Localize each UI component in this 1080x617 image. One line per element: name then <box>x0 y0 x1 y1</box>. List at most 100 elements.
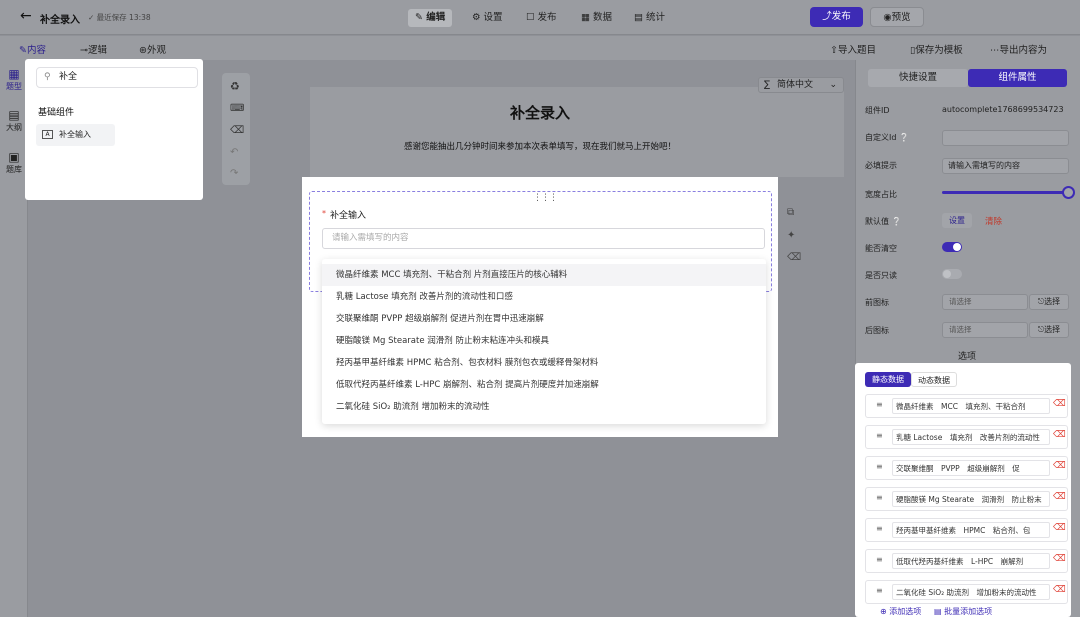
option-row: ≡ 乳糖 Lactose 填充剂 改善片剂的流动性 ⌫ <box>865 425 1068 449</box>
add-option-label: 添加选项 <box>889 607 922 616</box>
publish-button[interactable]: ⤴发布 <box>810 7 863 27</box>
option-input[interactable]: 羟丙基甲基纤维素 HPMC 粘合剂、包 <box>892 522 1050 538</box>
suffix-select-button[interactable]: ⎋选择 <box>1029 322 1069 338</box>
prefix-select-button[interactable]: ⎋选择 <box>1029 294 1069 310</box>
suffix-icon-input[interactable]: 请选择 <box>942 322 1028 338</box>
back-arrow-icon[interactable]: ← <box>20 8 32 24</box>
suggestion-item[interactable]: 硬脂酸镁 Mg Stearate 润滑剂 防止粉末粘连冲头和模具 <box>322 330 766 352</box>
option-input[interactable]: 乳糖 Lactose 填充剂 改善片剂的流动性 <box>892 429 1050 445</box>
tab-label: 设置 <box>483 12 503 23</box>
suggestion-item[interactable]: 羟丙基甲基纤维素 HPMC 粘合剂、包衣材料 膜剂包衣或缓释骨架材料 <box>322 352 766 374</box>
copy-icon[interactable]: ⧉ <box>787 207 794 218</box>
option-code: L-HPC <box>971 557 994 566</box>
recycle-icon[interactable]: ♻ <box>230 80 240 93</box>
field-label: 补全输入 <box>330 211 367 221</box>
options-title: 选项 <box>958 352 977 362</box>
save-status: ✓ 最近保存 13:38 <box>88 12 151 23</box>
drag-handle-icon[interactable]: ≡ <box>876 493 883 502</box>
tab-label: 数据 <box>593 12 613 23</box>
hint-input[interactable]: 请输入需填写的内容 <box>942 158 1069 174</box>
import-button[interactable]: ⇧导入题目 <box>830 42 876 56</box>
drag-handle-icon[interactable]: ≡ <box>876 524 883 533</box>
trash-icon[interactable]: ⌫ <box>230 125 244 136</box>
drag-handle-icon[interactable]: ≡ <box>876 555 883 564</box>
default-set-button[interactable]: 设置 <box>942 213 972 228</box>
eye-icon: ◉ <box>883 12 892 23</box>
select-label: 选择 <box>1044 325 1061 334</box>
width-slider-track[interactable] <box>942 191 1067 194</box>
preview-button[interactable]: ◉预览 <box>870 7 924 27</box>
add-option-button[interactable]: ⊕ 添加选项 <box>880 606 921 617</box>
tab-dynamic-data[interactable]: 动态数据 <box>911 372 957 387</box>
suggestion-item[interactable]: 低取代羟丙基纤维素 L-HPC 崩解剂、粘合剂 提高片剂硬度并加速崩解 <box>322 374 766 396</box>
delete-icon[interactable]: ⌫ <box>1053 461 1066 471</box>
rail-item-types[interactable]: ▦ 题型 <box>0 67 28 92</box>
option-code: MCC <box>941 402 958 411</box>
option-input[interactable]: 硬脂酸镁 Mg Stearate 润滑剂 防止粉末 <box>892 491 1050 507</box>
drag-handle-icon[interactable]: ≡ <box>876 586 883 595</box>
option-input[interactable]: 微晶纤维素 MCC 填充剂、干粘合剂 <box>892 398 1050 414</box>
batch-add-button[interactable]: ▤ 批量添加选项 <box>934 606 992 617</box>
tag-icon[interactable]: ✦ <box>787 230 795 241</box>
option-code: HPMC <box>963 526 986 535</box>
delete-icon[interactable]: ⌫ <box>1053 399 1066 409</box>
component-item-autocomplete[interactable]: A 补全输入 <box>36 124 115 146</box>
rail-item-outline[interactable]: ▤ 大纲 <box>0 108 28 133</box>
drag-handle-icon[interactable]: ≡ <box>876 400 883 409</box>
option-input[interactable]: 交联聚维酮 PVPP 超级崩解剂 促 <box>892 460 1050 476</box>
search-value: 补全 <box>59 72 78 82</box>
autocomplete-input[interactable]: 请输入需填写的内容 <box>322 228 765 249</box>
component-search-input[interactable]: ⚲ 补全 <box>36 67 198 88</box>
delete-icon[interactable]: ⌫ <box>1053 585 1066 595</box>
drag-handle-icon[interactable]: ≡ <box>876 462 883 471</box>
trash-icon[interactable]: ⌫ <box>787 252 801 263</box>
subtab-logic[interactable]: ⊸逻辑 <box>80 42 107 56</box>
tab-quick-settings[interactable]: 快捷设置 <box>868 69 968 87</box>
keyboard-icon[interactable]: ⌨ <box>230 103 244 114</box>
option-input[interactable]: 低取代羟丙基纤维素 L-HPC 崩解剂 <box>892 553 1050 569</box>
suggestion-item[interactable]: 二氧化硅 SiO₂ 助流剂 增加粉末的流动性 <box>322 396 766 418</box>
prefix-icon-input[interactable]: 请选择 <box>942 294 1028 310</box>
rail-item-bank[interactable]: ▣ 题库 <box>0 150 28 175</box>
subtab-label: 外观 <box>146 45 166 56</box>
gear-icon: ⚙ <box>472 12 484 23</box>
check-icon: ✓ <box>88 13 97 22</box>
drag-handle-icon[interactable]: ≡ <box>876 431 883 440</box>
option-name: 交联聚维酮 <box>896 464 934 473</box>
prop-label-text: 默认值 <box>865 217 889 226</box>
delete-icon[interactable]: ⌫ <box>1053 523 1066 533</box>
component-label: 补全输入 <box>59 130 91 139</box>
tab-settings[interactable]: ⚙ 设置 <box>465 9 510 27</box>
custom-id-input[interactable] <box>942 130 1069 146</box>
suggestion-item[interactable]: 微晶纤维素 MCC 填充剂、干粘合剂 片剂直接压片的核心辅料 <box>322 264 766 286</box>
option-input[interactable]: 二氧化硅 SiO₂ 助流剂 增加粉末的流动性 <box>892 584 1050 600</box>
suggestion-item[interactable]: 乳糖 Lactose 填充剂 改善片剂的流动性和口感 <box>322 286 766 308</box>
delete-icon[interactable]: ⌫ <box>1053 430 1066 440</box>
subtab-appearance[interactable]: ⊛外观 <box>139 42 166 56</box>
subtab-content[interactable]: ✎内容 <box>19 42 46 56</box>
default-clear-button[interactable]: 清除 <box>985 215 1002 227</box>
delete-icon[interactable]: ⌫ <box>1053 492 1066 502</box>
save-template-button[interactable]: ▯保存为模板 <box>910 42 963 56</box>
edit-icon: ✎ <box>19 45 27 56</box>
export-label: 导出内容为 <box>999 45 1048 56</box>
toggle-knob <box>953 243 961 251</box>
suggestion-item[interactable]: 交联聚维酮 PVPP 超级崩解剂 促进片剂在胃中迅速崩解 <box>322 308 766 330</box>
width-slider-thumb[interactable] <box>1062 186 1075 199</box>
redo-icon[interactable]: ↷ <box>230 168 238 179</box>
drag-handle-icon[interactable]: ⋮⋮⋮ <box>533 193 558 203</box>
tab-stats[interactable]: ▤ 统计 <box>627 9 672 27</box>
export-button[interactable]: ⋯导出内容为 <box>990 42 1047 56</box>
readonly-toggle[interactable] <box>942 269 962 279</box>
clearable-toggle[interactable] <box>942 242 962 252</box>
tab-data[interactable]: ▦ 数据 <box>574 9 619 27</box>
option-row: ≡ 交联聚维酮 PVPP 超级崩解剂 促 ⌫ <box>865 456 1068 480</box>
tab-component-props[interactable]: 组件属性 <box>968 69 1067 87</box>
tab-publish[interactable]: ☐ 发布 <box>519 9 564 27</box>
language-select[interactable]: ∑ 简体中文 ⌄ <box>758 77 844 93</box>
tab-edit[interactable]: ✎ 编辑 <box>408 9 453 27</box>
delete-icon[interactable]: ⌫ <box>1053 554 1066 564</box>
tab-static-data[interactable]: 静态数据 <box>865 372 911 387</box>
undo-icon[interactable]: ↶ <box>230 147 238 158</box>
prop-label: 组件ID <box>865 106 890 115</box>
